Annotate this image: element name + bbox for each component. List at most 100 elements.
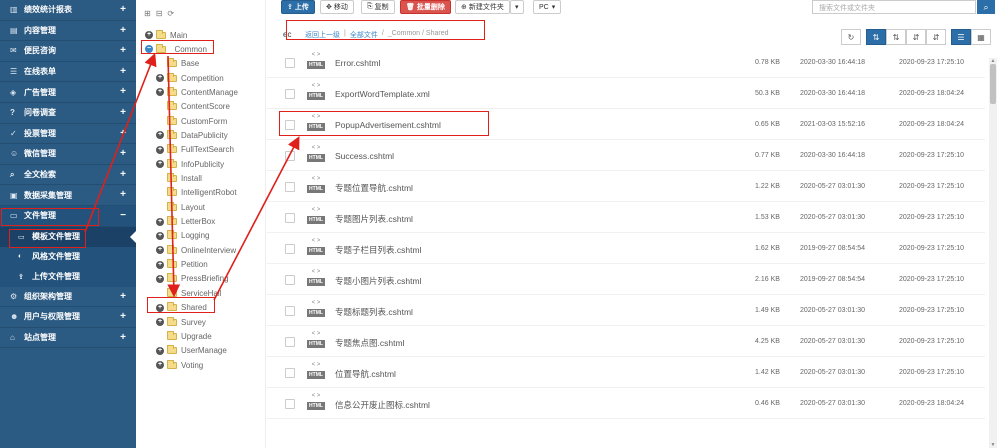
sidebar-item-1[interactable]: ▤ 内容管理 + — [0, 21, 136, 42]
tree-node[interactable]: + Shared — [156, 302, 207, 314]
sidebar-subitem-1[interactable]: ◐ 风格文件管理 — [0, 246, 136, 267]
expand-icon[interactable]: + — [120, 189, 126, 200]
tree-node[interactable]: + UserManage — [156, 345, 227, 357]
sidebar-item-5[interactable]: ? 问卷调查 + — [0, 103, 136, 124]
file-name[interactable]: PopupAdvertisement.cshtml — [335, 120, 441, 130]
tree-expand-icon[interactable]: + — [156, 217, 164, 226]
file-name[interactable]: ExportWordTemplate.xml — [335, 89, 430, 99]
file-checkbox[interactable] — [285, 244, 295, 254]
expand-icon[interactable]: + — [120, 148, 126, 159]
sidebar-item-0[interactable]: ▥ 绩效统计报表 + — [0, 0, 136, 21]
tree-node[interactable]: Base — [156, 58, 199, 70]
breadcrumb-all-files-link[interactable]: 全部文件 — [350, 30, 378, 40]
tree-expand-icon[interactable]: + — [156, 231, 164, 240]
expand-icon[interactable]: + — [120, 107, 126, 118]
file-name[interactable]: 专题焦点图.cshtml — [335, 337, 404, 349]
tree-expand-icon[interactable]: + — [156, 74, 164, 83]
search-input[interactable]: 搜索文件或文件夹 — [812, 0, 976, 14]
file-row[interactable]: < > HTML PopupAdvertisement.cshtml 0.65 KB 2… — [267, 109, 985, 140]
tree-node[interactable]: + DataPublicity — [156, 129, 228, 141]
file-checkbox[interactable] — [285, 182, 295, 192]
tree-node[interactable]: ContentScore — [156, 101, 230, 113]
tree-expand-icon[interactable]: + — [145, 31, 153, 39]
file-name[interactable]: 专题子栏目列表.cshtml — [335, 244, 421, 256]
file-row[interactable]: < > HTML 专题小图片列表.cshtml 2.16 KB 2019-09-27 0… — [267, 264, 985, 295]
expand-icon[interactable]: + — [120, 169, 126, 180]
file-row[interactable]: < > HTML 专题图片列表.cshtml 1.53 KB 2020-05-27 03… — [267, 202, 985, 233]
grid-view-button[interactable]: ▦ — [971, 29, 991, 45]
sidebar-item-10[interactable]: ▭ 文件管理 − — [0, 205, 136, 227]
collapse-icon[interactable]: − — [120, 210, 126, 221]
tree-node[interactable]: Layout — [156, 201, 205, 213]
expand-icon[interactable]: + — [120, 128, 126, 139]
device-select[interactable]: PC ▾ — [533, 0, 562, 14]
file-checkbox[interactable] — [285, 306, 295, 316]
tree-node[interactable]: Upgrade — [156, 330, 212, 342]
refresh-tree-icon[interactable]: ⟳ — [167, 9, 174, 18]
sort-name-desc-button[interactable]: ⇅ — [886, 29, 906, 45]
breadcrumb-back-link[interactable]: 返回上一级 — [305, 30, 340, 40]
scroll-thumb[interactable] — [990, 64, 996, 104]
expand-icon[interactable]: + — [120, 311, 126, 322]
file-row[interactable]: < > HTML 位置导航.cshtml 1.42 KB 2020-05-27 03:0… — [267, 357, 985, 388]
expand-icon[interactable]: + — [120, 332, 126, 343]
file-checkbox[interactable] — [285, 213, 295, 223]
sidebar-item-2[interactable]: ✉ 便民咨询 + — [0, 41, 136, 62]
expand-icon[interactable]: + — [120, 25, 126, 36]
sidebar-subitem-2[interactable]: ⇪ 上传文件管理 — [0, 266, 136, 287]
sort-name-asc-button[interactable]: ⇅ — [866, 29, 886, 45]
sidebar-item-8[interactable]: ⌕ 全文检索 + — [0, 165, 136, 186]
tree-node[interactable]: + InfoPublicity — [156, 158, 224, 170]
refresh-button[interactable]: ↻ — [841, 29, 861, 45]
file-name[interactable]: 专题位置导航.cshtml — [335, 182, 413, 194]
file-row[interactable]: < > HTML Success.cshtml 0.77 KB 2020-03-30 1… — [267, 140, 985, 171]
file-name[interactable]: 信息公开废止图标.cshtml — [335, 399, 430, 411]
sidebar-item-4[interactable]: ◈ 广告管理 + — [0, 82, 136, 103]
move-button[interactable]: ✥ 移动 — [320, 0, 354, 14]
file-checkbox[interactable] — [285, 399, 295, 409]
tree-node[interactable]: + PressBriefing — [156, 273, 229, 285]
expand-icon[interactable]: + — [120, 86, 126, 97]
scroll-down-icon[interactable]: ▼ — [989, 442, 997, 448]
file-row[interactable]: < > HTML Error.cshtml 0.78 KB 2020-03-30 16:… — [267, 47, 985, 78]
file-checkbox[interactable] — [285, 120, 295, 130]
list-view-button[interactable]: ☰ — [951, 29, 971, 45]
expand-icon[interactable]: + — [120, 45, 126, 56]
sidebar-item-6[interactable]: ✓ 投票管理 + — [0, 124, 136, 145]
file-checkbox[interactable] — [285, 337, 295, 347]
sidebar-item-after-0[interactable]: ⚙ 组织架构管理 + — [0, 287, 136, 308]
sidebar-item-9[interactable]: ▣ 数据采集管理 + — [0, 185, 136, 206]
tree-collapse-icon[interactable]: − — [145, 45, 153, 54]
copy-button[interactable]: ⎘ 复制 — [361, 0, 395, 14]
tree-node[interactable]: + ContentManage — [156, 86, 238, 98]
tree-expand-icon[interactable]: + — [156, 361, 164, 370]
tree-node[interactable]: + OnlineInterview — [156, 244, 236, 256]
file-row[interactable]: < > HTML 专题标题列表.cshtml 1.49 KB 2020-05-27 03… — [267, 295, 985, 326]
tree-expand-icon[interactable]: + — [156, 318, 164, 326]
expand-icon[interactable]: + — [120, 66, 126, 77]
expand-all-icon[interactable]: ⊞ — [144, 9, 151, 18]
file-name[interactable]: 位置导航.cshtml — [335, 368, 396, 380]
file-checkbox[interactable] — [285, 89, 295, 99]
file-name[interactable]: Success.cshtml — [335, 151, 394, 161]
file-name[interactable]: 专题标题列表.cshtml — [335, 306, 413, 318]
batch-delete-button[interactable]: 🗑 批量删除 — [400, 0, 451, 14]
tree-expand-icon[interactable]: + — [156, 260, 164, 269]
new-folder-dropdown[interactable]: ▾ — [510, 0, 524, 14]
tree-expand-icon[interactable]: + — [156, 131, 164, 140]
file-checkbox[interactable] — [285, 368, 295, 378]
tree-expand-icon[interactable]: + — [156, 160, 164, 169]
tree-node[interactable]: Install — [156, 173, 202, 185]
tree-expand-icon[interactable]: + — [156, 88, 164, 97]
tree-node[interactable]: − _Common — [145, 43, 207, 55]
tree-expand-icon[interactable]: + — [156, 145, 164, 154]
scrollbar[interactable]: ▲ ▼ — [989, 58, 997, 448]
sidebar-item-3[interactable]: ☰ 在线表单 + — [0, 62, 136, 83]
tree-node[interactable]: + Survey — [156, 316, 206, 328]
tree-expand-icon[interactable]: + — [156, 274, 164, 283]
collapse-all-icon[interactable]: ⊟ — [156, 9, 163, 18]
file-checkbox[interactable] — [285, 151, 295, 161]
sort-size-asc-button[interactable]: ⇵ — [906, 29, 926, 45]
tree-node[interactable]: + LetterBox — [156, 216, 215, 228]
file-name[interactable]: Error.cshtml — [335, 58, 380, 68]
